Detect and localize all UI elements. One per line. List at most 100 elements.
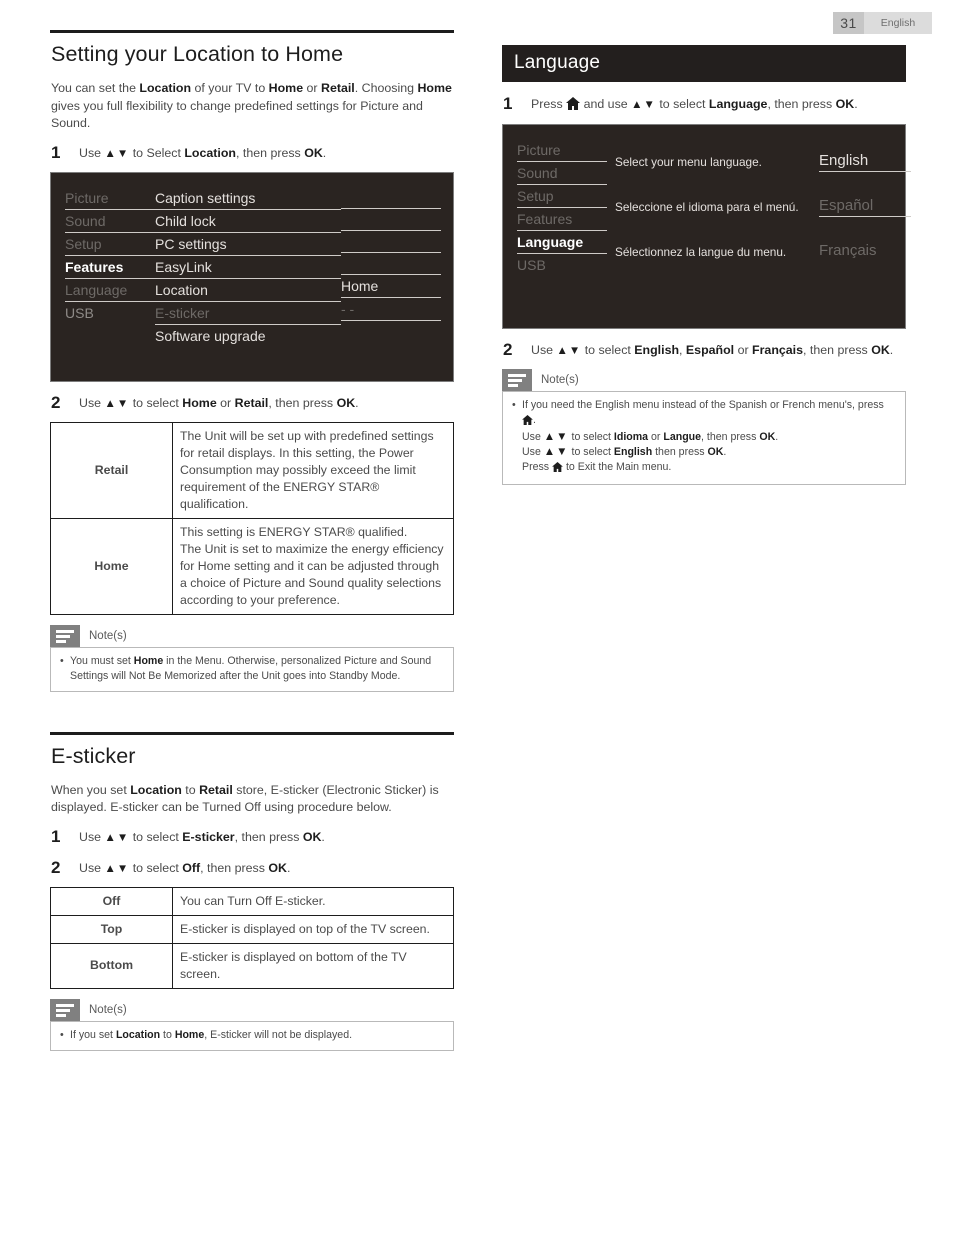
bullet-icon: •	[60, 1028, 64, 1041]
tv-menu-item-sound[interactable]: Sound	[65, 210, 155, 233]
step-language-1: 1 Press and use ▲▼ to select Language, t…	[503, 95, 906, 115]
step-number: 2	[51, 392, 61, 412]
step-number: 1	[503, 94, 513, 113]
page-title-location: Setting your Location to Home	[51, 42, 344, 66]
home-icon	[566, 97, 581, 115]
tv-menu-sidebar: Picture Sound Setup Features Language US…	[503, 139, 607, 276]
note-box-location: • You must set Home in the Menu. Otherwi…	[50, 646, 454, 692]
step-location-2: 2 Use ▲▼ to select Home or Retail, then …	[51, 394, 454, 413]
note-icon	[50, 998, 80, 1021]
table-cell-desc-off: You can Turn Off E-sticker.	[172, 886, 454, 916]
note-label: Note(s)	[541, 374, 579, 386]
tv-submenu-caption-settings[interactable]: Caption settings	[155, 187, 341, 210]
step-text: Press and use ▲▼ to select Language, the…	[531, 95, 858, 115]
language-desc-english: Select your menu language.	[615, 154, 762, 169]
note-label: Note(s)	[89, 1003, 127, 1016]
tv-menu-item-language[interactable]: Language	[65, 279, 155, 302]
table-row: Retail The Unit will be set up with pred…	[50, 421, 454, 519]
step-number: 1	[51, 142, 61, 162]
note-header-language: Note(s)	[502, 369, 906, 391]
note-box-e-sticker: • If you set Location to Home, E-sticker…	[50, 1020, 454, 1051]
step-e-sticker-2: 2 Use ▲▼ to select Off, then press OK.	[51, 859, 454, 878]
page-number: 31	[833, 12, 864, 34]
note-line: Press to Exit the Main menu.	[512, 460, 896, 477]
step-location-1: 1 Use ▲▼ to Select Location, then press …	[51, 144, 454, 163]
page-language-label: English	[864, 12, 932, 34]
note-text: Use ▲▼ to select Idioma or Langue, then …	[522, 431, 779, 443]
tv-value-e-sticker[interactable]: - -	[341, 298, 441, 321]
left-column: Setting your Location to Home You can se…	[50, 30, 454, 1051]
table-row: Top E-sticker is displayed on top of the…	[50, 914, 454, 944]
step-number: 2	[503, 340, 513, 359]
step-text: Use ▲▼ to select English, Español or Fra…	[531, 343, 894, 357]
tv-language-descriptions: Select your menu language. Seleccione el…	[607, 139, 819, 274]
note-text: If you need the English menu instead of …	[522, 398, 896, 430]
note-line: Use ▲▼ to select English then press OK.	[512, 445, 896, 460]
step-number: 1	[51, 826, 61, 846]
tv-submenu-pc-settings[interactable]: PC settings	[155, 233, 341, 256]
tv-menu-item-picture[interactable]: Picture	[65, 187, 155, 210]
note-line: • If you set Location to Home, E-sticker…	[60, 1028, 444, 1043]
right-column: Language 1 Press and use ▲▼ to select La…	[502, 45, 911, 485]
tv-menu-submenu: Caption settings Child lock PC settings …	[155, 187, 341, 347]
note-line: Use ▲▼ to select Idioma or Langue, then …	[512, 430, 896, 445]
location-intro-paragraph: You can set the Location of your TV to H…	[51, 81, 452, 131]
table-cell-key-home: Home	[50, 517, 173, 615]
tv-submenu-location[interactable]: Location	[155, 279, 341, 302]
note-text: Use ▲▼ to select English then press OK.	[522, 446, 727, 458]
note-text: If you set Location to Home, E-sticker w…	[70, 1028, 353, 1041]
tv-value-location-home[interactable]: Home	[341, 275, 441, 298]
language-desc-spanish: Seleccione el idioma para el menú.	[615, 199, 799, 214]
page-title-language: Language	[502, 45, 906, 82]
step-text: Use ▲▼ to Select Location, then press OK…	[79, 145, 327, 160]
bullet-icon: •	[512, 399, 516, 411]
tv-menu-features-mockup: Picture Sound Setup Features Language US…	[50, 171, 454, 382]
tv-menu-item-features[interactable]: Features	[517, 208, 607, 231]
updown-arrows-icon: ▲▼	[543, 431, 569, 443]
section-rule	[50, 30, 454, 33]
note-icon	[50, 624, 80, 647]
tv-menu-item-language[interactable]: Language	[517, 231, 607, 254]
note-line: • You must set Home in the Menu. Otherwi…	[60, 654, 444, 684]
note-label: Note(s)	[89, 629, 127, 642]
updown-arrows-icon: ▲▼	[631, 99, 656, 111]
table-cell-key-retail: Retail	[50, 421, 173, 519]
step-text: Use ▲▼ to select Home or Retail, then pr…	[79, 395, 359, 410]
updown-arrows-icon: ▲▼	[104, 147, 130, 160]
updown-arrows-icon: ▲▼	[556, 345, 582, 357]
tv-submenu-easylink[interactable]: EasyLink	[155, 256, 341, 279]
tv-submenu-software-upgrade[interactable]: Software upgrade	[155, 325, 341, 347]
note-line: • If you need the English menu instead o…	[512, 398, 896, 430]
tv-menu-item-sound[interactable]: Sound	[517, 162, 607, 185]
updown-arrows-icon: ▲▼	[543, 446, 569, 458]
page-header: 31 English	[833, 12, 932, 34]
note-text: You must set Home in the Menu. Otherwise…	[70, 654, 432, 682]
tv-submenu-child-lock[interactable]: Child lock	[155, 210, 341, 233]
tv-menu-item-features[interactable]: Features	[65, 256, 155, 279]
step-language-2: 2 Use ▲▼ to select English, Español or F…	[503, 341, 906, 360]
page-title-e-sticker: E-sticker	[51, 743, 136, 768]
tv-value-row-1	[341, 187, 441, 209]
section-rule	[50, 731, 454, 735]
tv-menu-item-usb[interactable]: USB	[65, 302, 155, 324]
tv-menu-item-setup[interactable]: Setup	[65, 233, 155, 256]
tv-value-row-2	[341, 209, 441, 231]
step-e-sticker-1: 1 Use ▲▼ to select E-sticker, then press…	[51, 828, 454, 847]
bullet-icon: •	[60, 654, 64, 667]
language-option-english: English	[819, 139, 927, 184]
tv-menu-item-picture[interactable]: Picture	[517, 139, 607, 162]
tv-menu-item-setup[interactable]: Setup	[517, 185, 607, 208]
step-text: Use ▲▼ to select E-sticker, then press O…	[79, 829, 325, 844]
home-icon	[552, 462, 563, 477]
note-text: Press to Exit the Main menu.	[522, 460, 671, 477]
tv-menu-item-usb[interactable]: USB	[517, 254, 607, 276]
note-header-location: Note(s)	[50, 624, 454, 647]
table-row: Bottom E-sticker is displayed on bottom …	[50, 942, 454, 989]
step-text: Use ▲▼ to select Off, then press OK.	[79, 860, 291, 875]
location-options-table: Retail The Unit will be set up with pred…	[50, 421, 454, 615]
tv-submenu-e-sticker[interactable]: E-sticker	[155, 302, 341, 325]
table-cell-desc-home: This setting is ENERGY STAR® qualified. …	[172, 517, 454, 615]
note-header-e-sticker: Note(s)	[50, 998, 454, 1021]
tv-menu-sidebar: Picture Sound Setup Features Language US…	[51, 187, 155, 324]
note-box-language: • If you need the English menu instead o…	[502, 391, 906, 485]
